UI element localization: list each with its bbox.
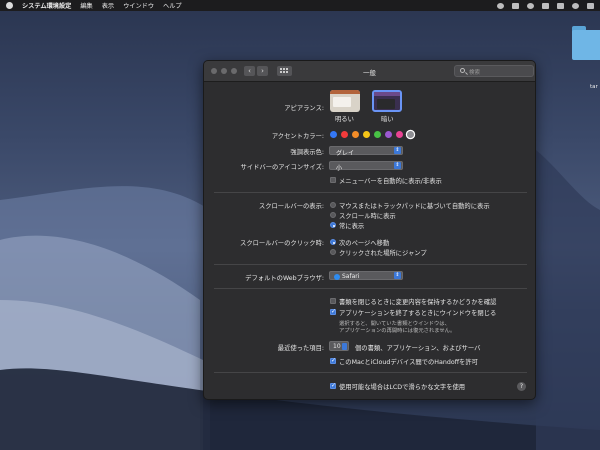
appearance-label: アピアランス: [284,105,324,112]
divider [214,372,527,373]
accent-color-swatch[interactable] [396,131,403,138]
folder-icon [572,30,600,60]
safari-icon [334,273,340,280]
auto-hide-menubar-label: メニューバーを自動的に表示/非表示 [339,178,442,185]
ask-keep-changes-checkbox[interactable] [330,298,336,304]
close-windows-label: アプリケーションを終了するときにウインドウを閉じる [339,310,497,317]
recent-items-stepper[interactable]: 10 [329,341,349,351]
recent-items-value: 10 [333,343,341,350]
accent-color-swatch[interactable] [374,131,381,138]
default-browser-value: Safari [342,273,360,280]
menu-window[interactable]: ウインドウ [123,1,154,10]
highlight-color-popup[interactable]: グレイ ⇕ [329,146,403,157]
search-placeholder: 検索 [469,70,481,76]
chevron-updown-icon: ⇕ [394,147,401,154]
scroll-jump-label: クリックされた場所にジャンプ [339,250,427,257]
menu-view[interactable]: 表示 [102,1,114,10]
close-windows-note-2: アプリケーションの再開時には復元されません。 [339,328,456,334]
stepper-arrows-icon[interactable] [342,343,347,350]
menu-edit[interactable]: 編集 [80,1,92,10]
appearance-light-label: 明るい [335,116,354,123]
apple-menu-icon[interactable] [6,2,13,9]
scroll-jump-radio[interactable] [330,249,336,255]
wifi-icon[interactable] [572,2,579,9]
menu-bar: システム環境設定 編集 表示 ウインドウ ヘルプ [0,0,600,11]
accent-color-swatch[interactable] [407,131,414,138]
cloud-icon[interactable] [542,2,549,9]
scrollbars-scrolling-label: スクロール時に表示 [339,213,396,220]
scroll-next-page-radio[interactable] [330,239,336,245]
lcd-smoothing-checkbox[interactable] [330,382,336,389]
mirror-icon[interactable] [557,2,564,9]
preferences-window: ‹ › 一般 検索 アピアランス: 明るい 暗い アクセントカラー: 強調表示色… [203,60,536,400]
highlight-color-label: 強調表示色: [290,149,324,156]
accent-color-label: アクセントカラー: [271,133,324,140]
thumb-window [333,97,351,107]
dropbox-icon[interactable] [512,2,519,9]
sidebar-icon-size-popup[interactable]: 小 ⇕ [329,161,403,172]
divider [214,192,527,193]
scrollbars-auto-label: マウスまたはトラックパッドに基づいて自動的に表示 [339,203,490,210]
help-button[interactable]: ? [517,382,526,391]
highlight-color-value: グレイ [336,150,355,157]
battery-icon[interactable] [587,2,594,9]
desktop-folder[interactable]: tar [572,24,600,90]
chevron-updown-icon: ⇕ [394,162,401,169]
sidebar-icon-size-value: 小 [336,165,343,172]
lcd-smoothing-label: 使用可能な場合はLCDで滑らかな文字を使用 [339,384,466,391]
accent-color-swatch[interactable] [352,131,359,138]
handoff-label: このMacとiCloudデバイス間でのHandoffを許可 [339,359,478,366]
recent-items-suffix: 個の書類、アプリケーション、およびサーバ [355,345,481,352]
ask-keep-changes-label: 書類を閉じるときに変更内容を保持するかどうかを確認 [339,299,497,306]
menu-app-name[interactable]: システム環境設定 [22,1,71,10]
thumb-window [377,99,395,109]
divider [214,288,527,289]
scrollbars-always-radio[interactable] [330,222,336,228]
divider [214,264,527,265]
thumb-menubar [374,92,400,96]
search-field[interactable]: 検索 [454,65,534,77]
chevron-updown-icon: ⇕ [394,272,401,279]
handoff-checkbox[interactable] [330,357,336,364]
accent-color-swatch[interactable] [385,131,392,138]
title-bar: ‹ › 一般 検索 [204,61,535,82]
close-windows-checkbox[interactable] [330,308,336,315]
scroll-next-page-label: 次のページへ移動 [339,240,390,247]
accent-color-swatch[interactable] [330,131,337,138]
default-browser-label: デフォルトのWebブラウザ: [245,275,324,282]
accent-color-swatch[interactable] [363,131,370,138]
search-icon [460,68,465,73]
auto-hide-menubar-checkbox[interactable] [330,177,336,183]
status-tray [497,0,594,11]
scrollbar-click-label: スクロールバーのクリック時: [240,240,324,247]
scrollbars-scrolling-radio[interactable] [330,212,336,218]
accent-color-swatch[interactable] [341,131,348,138]
scrollbars-auto-radio[interactable] [330,202,336,208]
appearance-light-option[interactable] [330,90,360,112]
folder-label: tar [590,84,598,90]
appearance-dark-option[interactable] [372,90,402,112]
sidebar-icon-size-label: サイドバーのアイコンサイズ: [240,164,324,171]
appearance-dark-label: 暗い [381,116,394,123]
scrollbars-label: スクロールバーの表示: [258,203,324,210]
default-browser-popup[interactable]: Safari ⇕ [329,271,403,280]
recent-items-label: 最近使った項目: [277,345,324,352]
thumb-menubar [330,90,360,94]
notification-icon[interactable] [497,2,504,9]
scrollbars-always-label: 常に表示 [339,223,365,230]
sync-icon[interactable] [527,2,534,9]
menu-help[interactable]: ヘルプ [163,1,182,10]
